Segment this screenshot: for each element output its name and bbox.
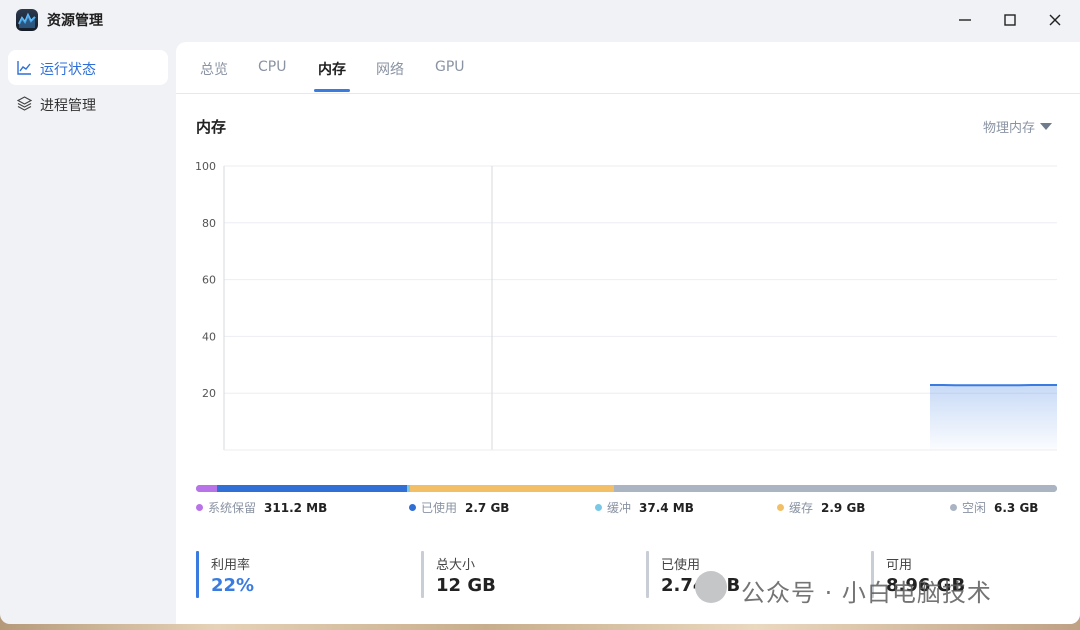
tab-gpu[interactable]: GPU — [435, 59, 465, 75]
legend-label: 缓存 — [789, 501, 814, 515]
watermark-text: 公众号 · 小白电脑技术 — [741, 579, 992, 607]
legend-dot — [595, 504, 602, 511]
memory-usage-area — [930, 384, 1057, 450]
legend-dot — [409, 504, 416, 511]
watermark: 公众号 · 小白电脑技术 — [695, 569, 1055, 607]
tab-bar: 总览 CPU 内存 网络 GPU — [176, 42, 1080, 94]
stat-label: 总大小 — [436, 558, 476, 573]
minimize-button[interactable] — [952, 8, 978, 32]
legend-label: 系统保留 — [208, 501, 257, 515]
tab-overview[interactable]: 总览 — [200, 59, 228, 79]
caret-down-icon — [1040, 123, 1053, 130]
y-tick-label: 40 — [202, 330, 216, 343]
legend-buffer: 缓冲 37.4 MB — [595, 499, 694, 516]
legend-used: 已使用 2.7 GB — [409, 499, 509, 516]
stat-utilization: 利用率 22% — [196, 551, 396, 598]
y-tick-label: 20 — [202, 387, 216, 400]
dropdown-label: 物理内存 — [983, 121, 1036, 136]
y-tick-label: 80 — [202, 217, 216, 230]
stat-accent — [196, 551, 199, 598]
wechat-logo-icon — [695, 571, 727, 603]
minimize-icon — [959, 19, 971, 21]
legend-system-reserved: 系统保留 311.2 MB — [196, 499, 327, 516]
tab-cpu[interactable]: CPU — [258, 59, 286, 75]
legend-value: 2.7 GB — [465, 501, 510, 515]
close-icon — [1049, 14, 1061, 26]
app-window: 资源管理 运行状态 进程管理 总览 CPU 内存 网络 GPU 内存 物理内存 … — [0, 0, 1080, 624]
memory-bar-segment — [409, 485, 614, 492]
app-icon — [16, 9, 38, 31]
memory-bar-segment — [613, 485, 1057, 492]
y-tick-label: 60 — [202, 274, 216, 287]
legend-dot — [777, 504, 784, 511]
memory-bar-segment — [196, 485, 218, 492]
section-title: 内存 — [196, 118, 227, 136]
stat-accent — [421, 551, 424, 598]
tab-network[interactable]: 网络 — [376, 59, 404, 79]
maximize-button[interactable] — [997, 8, 1023, 32]
memory-usage-chart: 100 80 60 40 20 — [195, 160, 1057, 451]
y-tick-label: 100 — [195, 160, 216, 173]
legend-free: 空闲 6.3 GB — [950, 499, 1038, 516]
legend-value: 311.2 MB — [264, 501, 328, 515]
stat-total-size: 总大小 12 GB — [421, 551, 621, 598]
tab-memory[interactable]: 内存 — [318, 59, 346, 79]
legend-label: 缓冲 — [607, 501, 632, 515]
main-panel: 总览 CPU 内存 网络 GPU 内存 物理内存 100 80 60 40 20 系统保… — [176, 42, 1080, 624]
legend-value: 6.3 GB — [994, 501, 1039, 515]
app-title: 资源管理 — [47, 13, 103, 29]
stat-value: 12 GB — [436, 575, 496, 596]
line-chart-icon — [17, 61, 31, 75]
legend-label: 已使用 — [421, 501, 458, 515]
memory-type-dropdown[interactable]: 物理内存 — [983, 117, 1053, 136]
stat-label: 利用率 — [211, 558, 251, 573]
legend-label: 空闲 — [962, 501, 987, 515]
legend-dot — [950, 504, 957, 511]
legend-value: 37.4 MB — [639, 501, 694, 515]
sidebar-item-label: 运行状态 — [40, 62, 96, 78]
stat-value: 22% — [211, 575, 255, 596]
stat-accent — [646, 551, 649, 598]
maximize-icon — [1004, 14, 1016, 26]
close-button[interactable] — [1042, 8, 1068, 32]
memory-composition-bar — [196, 485, 1057, 492]
legend-cache: 缓存 2.9 GB — [777, 499, 865, 516]
sidebar: 运行状态 进程管理 — [0, 40, 176, 624]
legend-dot — [196, 504, 203, 511]
title-bar: 资源管理 — [0, 0, 1080, 40]
active-tab-indicator — [314, 89, 350, 92]
sidebar-item-status[interactable]: 运行状态 — [8, 50, 168, 85]
sidebar-item-processes[interactable]: 进程管理 — [8, 86, 168, 121]
layers-icon — [17, 96, 32, 111]
sidebar-item-label: 进程管理 — [40, 98, 96, 114]
legend-value: 2.9 GB — [821, 501, 866, 515]
memory-bar-segment — [217, 485, 408, 492]
